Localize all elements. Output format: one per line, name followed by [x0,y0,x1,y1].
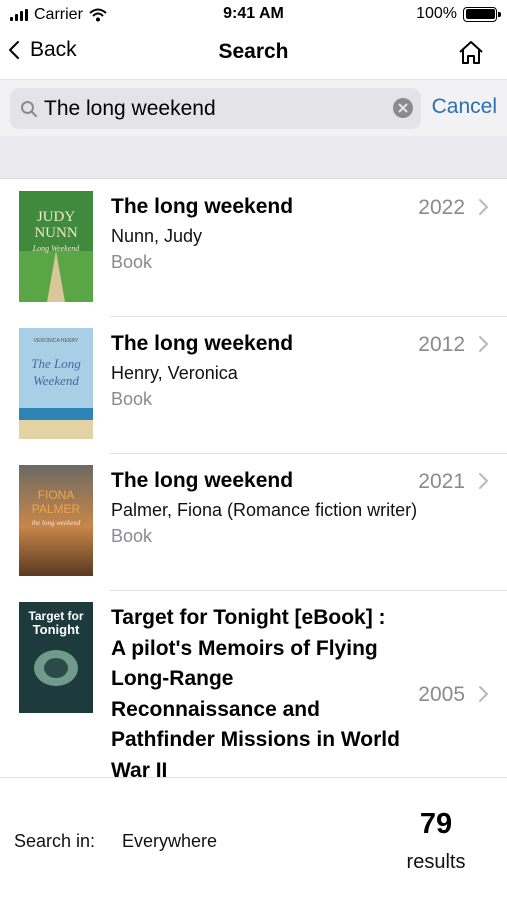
svg-text:Target for: Target for [28,609,83,623]
chevron-left-icon [9,41,19,59]
svg-text:JUDY: JUDY [37,209,76,225]
navigation-bar: Back Search [0,30,507,76]
search-in-label: Search in: [14,831,96,851]
svg-text:VERONICA HENRY: VERONICA HENRY [34,338,79,344]
result-title: The long weekend [111,332,294,355]
chevron-right-icon [479,473,488,489]
book-cover-image: JUDY NUNN Long Weekend [19,191,93,302]
result-year: 2005 [418,683,465,706]
bottom-bar: Search in: Everywhere 79 results [0,777,507,900]
result-type: Book [111,389,153,409]
clear-icon[interactable] [393,98,413,118]
battery-percent: 100% [416,5,457,22]
result-row[interactable]: JUDY NUNN Long Weekend The long weekend … [0,180,507,317]
result-year: 2022 [418,196,465,219]
result-author: Henry, Veronica [111,363,238,383]
chevron-right-icon [479,336,488,352]
result-author: Palmer, Fiona (Romance fiction writer) [111,500,418,520]
svg-text:the long weekend: the long weekend [32,519,81,527]
svg-text:Long Weekend: Long Weekend [32,244,81,253]
result-year: 2012 [418,333,465,356]
results-count: 79 [419,808,453,840]
results-count-label: results [406,851,466,873]
chevron-right-icon [479,199,488,215]
cancel-button[interactable]: Cancel [432,95,497,119]
book-cover-image: FIONA PALMER the long weekend [19,465,93,576]
svg-text:The Long: The Long [31,356,81,371]
result-row[interactable]: VERONICA HENRY The Long Weekend The long… [0,317,507,454]
book-cover-image: VERONICA HENRY The Long Weekend [19,328,93,439]
svg-text:Weekend: Weekend [33,373,79,388]
results-list: JUDY NUNN Long Weekend The long weekend … [0,180,507,777]
search-bar: Cancel [0,79,507,136]
home-icon[interactable] [457,39,485,67]
result-title: The long weekend [111,195,294,218]
result-row[interactable]: Target for Tonight Target for Tonight [e… [0,591,507,777]
back-label: Back [30,38,77,61]
result-title: Target for Tonight [eBook] : A pilot's M… [111,606,400,777]
result-row[interactable]: FIONA PALMER the long weekend The long w… [0,454,507,591]
svg-text:FIONA: FIONA [38,488,75,502]
search-icon [21,101,37,117]
status-bar: Carrier 9:41 AM 100% [0,0,507,30]
svg-text:PALMER: PALMER [32,502,81,516]
back-button[interactable]: Back [8,38,77,62]
svg-text:Tonight: Tonight [33,622,80,637]
result-author: Nunn, Judy [111,226,203,246]
search-field[interactable] [10,88,421,129]
svg-text:NUNN: NUNN [34,225,77,241]
search-scope-selector[interactable]: Everywhere [122,831,217,852]
result-type: Book [111,252,153,272]
section-header [0,136,507,179]
result-type: Book [111,526,153,546]
result-year: 2021 [418,470,465,493]
search-input[interactable] [44,88,384,129]
battery-icon [463,6,501,22]
book-cover-image: Target for Tonight [19,602,93,713]
chevron-right-icon [479,686,488,702]
result-title: The long weekend [111,469,294,492]
status-right: 100% [416,5,501,23]
